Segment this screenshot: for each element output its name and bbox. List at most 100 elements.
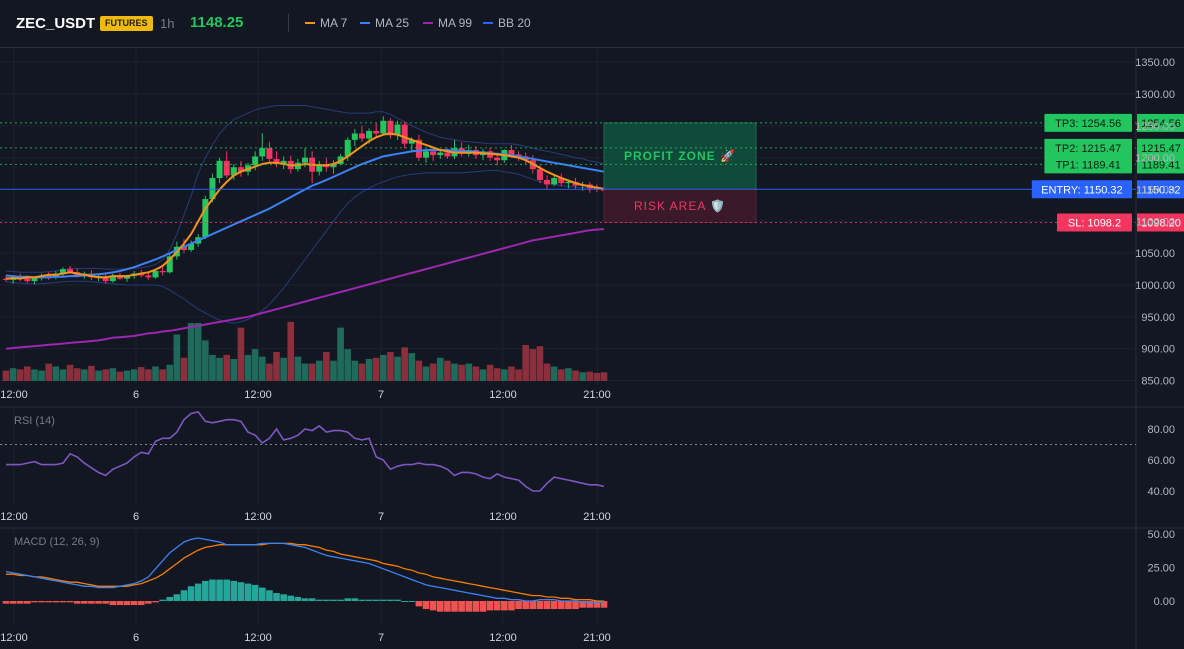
volume-bar (486, 364, 494, 381)
macd-histogram-bar (209, 579, 216, 601)
volume-bar (408, 353, 416, 381)
macd-histogram-bar (216, 579, 223, 601)
volume-bar (9, 368, 17, 381)
macd-histogram-bar (123, 601, 131, 606)
macd-histogram-bar (515, 601, 522, 610)
candle-body (366, 130, 373, 139)
volume-bar (380, 354, 387, 381)
macd-histogram-bar (337, 599, 344, 601)
volume-bar (465, 363, 473, 381)
macd-histogram-bar (572, 601, 579, 610)
trading-chart[interactable]: PROFIT ZONE 🚀 RISK AREA 🛡️ TP3: 1254.56 125… (0, 0, 1184, 649)
volume-bar (365, 358, 373, 381)
macd-pane-label: MACD (12, 26, 9) (14, 536, 100, 548)
volume-bar (266, 363, 273, 381)
volume-bar (152, 366, 159, 381)
volume-bar (579, 372, 586, 381)
candle-body (302, 157, 308, 163)
macd-histogram-bar (401, 601, 408, 602)
macd-histogram-bar (166, 596, 174, 601)
volume-bar (294, 356, 302, 381)
candle-body (152, 270, 159, 278)
volume-bar (287, 321, 295, 381)
time-tick-label: 12:00 (244, 632, 272, 644)
rsi-tick-label: 80.00 (1147, 424, 1175, 436)
macd-histogram-bar (323, 599, 330, 601)
macd-histogram-bar (230, 580, 238, 601)
macd-histogram-bar (59, 601, 67, 603)
volume-bar (251, 349, 259, 381)
macd-histogram-bar (408, 601, 416, 602)
macd-histogram-bar (273, 592, 280, 601)
macd-histogram-bar (280, 594, 287, 601)
macd-histogram-bar (45, 601, 53, 603)
volume-bar (102, 369, 109, 381)
candle-body (223, 160, 230, 176)
level-tag-text: SL: 1098.2 (1068, 217, 1121, 229)
risk-zone-label: RISK AREA 🛡️ (634, 199, 726, 213)
candle-body (259, 148, 266, 157)
volume-bar (16, 369, 24, 381)
price-tick-label: 950.00 (1141, 312, 1175, 324)
macd-histogram-bar (31, 601, 38, 603)
volume-bar (258, 356, 266, 381)
volume-bar (529, 349, 537, 381)
macd-histogram-bar (266, 590, 273, 601)
candle-body (437, 152, 444, 156)
level-tag-text: ENTRY: 1150.32 (1041, 184, 1123, 196)
macd-histogram-bar (444, 601, 451, 612)
macd-histogram-bar (16, 601, 24, 604)
time-tick-label: 12:00 (489, 389, 517, 401)
volume-bar (479, 369, 487, 381)
macd-histogram-bar (493, 601, 501, 611)
volume-bar (493, 368, 501, 381)
volume-bar (52, 366, 60, 381)
macd-histogram-bar (415, 601, 423, 607)
macd-histogram-bar (380, 599, 387, 601)
volume-bar (187, 323, 195, 381)
macd-histogram-bar (294, 596, 302, 601)
level-tag-text: TP1: 1189.41 (1056, 159, 1121, 171)
volume-bar (273, 352, 280, 381)
time-tick-label: 21:00 (583, 511, 611, 523)
rsi-tick-label: 40.00 (1147, 486, 1175, 498)
macd-histogram-bar (95, 601, 102, 604)
price-tick-label: 1050.00 (1135, 248, 1175, 260)
volume-bar (95, 370, 102, 381)
candle-body (159, 270, 166, 273)
macd-histogram-bar (365, 599, 373, 601)
volume-bar (593, 372, 601, 381)
volume-bar (216, 357, 223, 381)
candle-body (216, 160, 223, 179)
volume-bar (451, 363, 458, 381)
volume-bar (550, 366, 558, 381)
volume-bar (45, 363, 53, 381)
volume-bar (572, 370, 579, 381)
candle-body (430, 151, 437, 156)
candle-body (444, 152, 451, 157)
volume-bar (301, 363, 309, 381)
macd-histogram-bar (486, 601, 494, 611)
macd-histogram-bar (436, 601, 444, 612)
macd-histogram-bar (315, 599, 323, 601)
price-tick-label: 1100.00 (1136, 216, 1175, 228)
volume-bar (543, 363, 551, 381)
macd-histogram-bar (308, 598, 316, 601)
volume-bar (536, 346, 544, 381)
candle-body (358, 133, 365, 139)
volume-bar (401, 347, 408, 381)
macd-histogram-bar (330, 599, 337, 601)
volume-bar (358, 363, 366, 381)
candle-body (401, 124, 408, 144)
volume-bar (24, 366, 31, 381)
volume-bar (308, 363, 316, 381)
rsi-pane-label: RSI (14) (14, 415, 55, 427)
price-tick-label: 1300.00 (1135, 89, 1175, 101)
macd-histogram-bar (130, 601, 138, 606)
rsi-tick-label: 60.00 (1147, 455, 1175, 467)
volume-bar (223, 354, 230, 381)
macd-histogram-bar (557, 601, 565, 610)
volume-bar (130, 369, 138, 381)
candle-body (508, 150, 515, 155)
volume-bar (280, 357, 287, 381)
